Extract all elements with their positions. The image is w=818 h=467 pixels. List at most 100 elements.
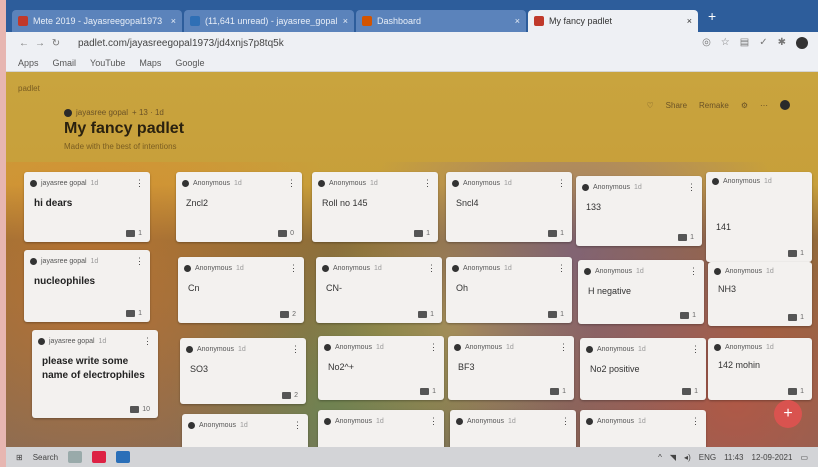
bookmark-maps[interactable]: Maps <box>139 58 161 68</box>
settings-gear-icon[interactable]: ⚙ <box>741 101 748 110</box>
comment-count[interactable]: 1 <box>550 388 566 395</box>
browser-tab-active[interactable]: My fancy padlet × <box>528 10 698 32</box>
post-card[interactable]: Anonymous 1d ⋮ Zncl2 0 <box>176 172 302 242</box>
post-card[interactable]: Anonymous 1d ⋮ Oh 1 <box>446 257 572 323</box>
post-card[interactable]: Anonymous 1d ⋮ <box>580 410 706 447</box>
more-vert-icon[interactable]: ⋮ <box>291 344 300 355</box>
post-card[interactable]: Anonymous 1d ⋮ CN- 1 <box>316 257 442 323</box>
bookmark-gmail[interactable]: Gmail <box>53 58 77 68</box>
remake-button[interactable]: Remake <box>699 101 729 110</box>
post-card[interactable]: Anonymous 1d NH3 1 <box>708 262 812 326</box>
puzzle-icon[interactable]: ✱ <box>778 37 786 49</box>
clock-time[interactable]: 11:43 <box>724 453 743 462</box>
extension-icon[interactable]: ◎ <box>702 37 711 49</box>
close-tab-icon[interactable]: × <box>343 16 348 26</box>
more-vert-icon[interactable]: ⋮ <box>691 416 700 427</box>
post-card[interactable]: Anonymous 1d ⋮ <box>450 410 576 447</box>
post-card[interactable]: Anonymous 1d ⋮ <box>182 414 308 447</box>
post-card[interactable]: Anonymous 1d 142 mohin 1 <box>708 338 812 400</box>
back-arrow-icon[interactable]: ← <box>16 38 32 49</box>
check-icon[interactable]: ✓ <box>759 37 767 49</box>
comment-count[interactable]: 1 <box>126 230 142 237</box>
more-vert-icon[interactable]: ⋮ <box>429 342 438 353</box>
browser-tab[interactable]: (11,641 unread) - jayasree_gopal × <box>184 10 354 32</box>
bookmark-youtube[interactable]: YouTube <box>90 58 125 68</box>
comment-count[interactable]: 10 <box>130 406 150 413</box>
close-tab-icon[interactable]: × <box>515 16 520 26</box>
post-card[interactable]: jayasree gopal 1d ⋮ nucleophiles 1 <box>24 250 150 322</box>
more-vert-icon[interactable]: ⋮ <box>293 420 302 431</box>
file-explorer-icon[interactable] <box>116 451 131 463</box>
post-card[interactable]: Anonymous 1d ⋮ No2 positive 1 <box>580 338 706 400</box>
volume-icon[interactable]: ◂) <box>684 453 691 462</box>
post-card[interactable]: Anonymous 1d 141 1 <box>706 172 812 262</box>
more-vert-icon[interactable]: ⋮ <box>135 178 144 189</box>
notification-icon[interactable]: ▭ <box>800 453 808 462</box>
more-vert-icon[interactable]: ⋮ <box>557 263 566 274</box>
padlet-logo[interactable]: padlet <box>18 84 40 93</box>
comment-count[interactable]: 2 <box>280 311 296 318</box>
comment-count[interactable]: 1 <box>420 388 436 395</box>
browser-tab[interactable]: Mete 2019 - Jayasreegopal1973 × <box>12 10 182 32</box>
reader-icon[interactable]: ▤ <box>740 37 749 49</box>
start-button[interactable]: ⊞ <box>16 453 23 462</box>
more-vert-icon[interactable]: ⋮ <box>687 182 696 193</box>
bookmark-google[interactable]: Google <box>175 58 204 68</box>
comment-count[interactable]: 1 <box>682 388 698 395</box>
new-tab-button[interactable]: + <box>708 8 716 24</box>
comment-count[interactable]: 0 <box>278 230 294 237</box>
post-card[interactable]: jayasree gopal 1d ⋮ please write some name… <box>32 330 158 418</box>
comment-count[interactable]: 1 <box>414 230 430 237</box>
taskbar-search[interactable]: Search <box>33 453 58 462</box>
post-card[interactable]: Anonymous 1d ⋮ 133 1 <box>576 176 702 246</box>
post-card[interactable]: Anonymous 1d ⋮ No2^+ 1 <box>318 336 444 400</box>
bookmark-apps[interactable]: Apps <box>18 58 39 68</box>
post-card[interactable]: Anonymous 1d ⋮ BF3 1 <box>448 336 574 400</box>
post-card[interactable]: Anonymous 1d ⋮ Sncl4 1 <box>446 172 572 242</box>
more-vert-icon[interactable]: ⋮ <box>287 178 296 189</box>
comment-count[interactable]: 1 <box>548 230 564 237</box>
more-vert-icon[interactable]: ⋮ <box>429 416 438 427</box>
comment-count[interactable]: 1 <box>788 314 804 321</box>
close-tab-icon[interactable]: × <box>171 16 176 26</box>
reload-icon[interactable]: ↻ <box>48 38 64 49</box>
comment-count[interactable]: 1 <box>788 250 804 257</box>
language-indicator[interactable]: ENG <box>699 453 716 462</box>
more-vert-icon[interactable]: ⋮ <box>427 263 436 274</box>
post-card[interactable]: jayasree gopal 1d ⋮ hi dears 1 <box>24 172 150 242</box>
post-card[interactable]: Anonymous 1d ⋮ SO3 2 <box>180 338 306 404</box>
comment-count[interactable]: 1 <box>680 312 696 319</box>
comment-count[interactable]: 1 <box>788 388 804 395</box>
profile-avatar[interactable] <box>796 37 808 49</box>
more-vert-icon[interactable]: ⋮ <box>135 256 144 267</box>
more-vert-icon[interactable]: ⋮ <box>561 416 570 427</box>
more-vert-icon[interactable]: ⋮ <box>143 336 152 347</box>
comment-count[interactable]: 1 <box>548 311 564 318</box>
more-vert-icon[interactable]: ⋮ <box>689 266 698 277</box>
more-vert-icon[interactable]: ⋮ <box>691 344 700 355</box>
comment-count[interactable]: 1 <box>678 234 694 241</box>
more-vert-icon[interactable]: ⋮ <box>559 342 568 353</box>
more-vert-icon[interactable]: ⋮ <box>423 178 432 189</box>
comment-count[interactable]: 1 <box>418 311 434 318</box>
add-post-button[interactable]: + <box>774 400 802 428</box>
address-bar[interactable]: padlet.com/jayasreegopal1973/jd4xnjs7p8t… <box>78 38 284 49</box>
more-icon[interactable]: ⋯ <box>760 101 768 110</box>
close-tab-icon[interactable]: × <box>687 16 692 26</box>
task-view-icon[interactable] <box>68 451 83 463</box>
chrome-icon[interactable] <box>92 451 107 463</box>
post-card[interactable]: Anonymous 1d ⋮ Roll no 145 1 <box>312 172 438 242</box>
more-vert-icon[interactable]: ⋮ <box>557 178 566 189</box>
share-button[interactable]: Share <box>666 101 687 110</box>
clock-date[interactable]: 12-09-2021 <box>752 453 793 462</box>
tray-arrow-icon[interactable]: ^ <box>658 453 662 462</box>
post-card[interactable]: Anonymous 1d ⋮ H negative 1 <box>578 260 704 324</box>
browser-tab[interactable]: Dashboard × <box>356 10 526 32</box>
comment-count[interactable]: 2 <box>282 392 298 399</box>
more-vert-icon[interactable]: ⋮ <box>289 263 298 274</box>
comment-count[interactable]: 1 <box>126 310 142 317</box>
bookmark-star-icon[interactable]: ☆ <box>721 37 730 49</box>
forward-arrow-icon[interactable]: → <box>32 38 48 49</box>
network-icon[interactable]: ◥ <box>670 453 676 462</box>
heart-icon[interactable]: ♡ <box>647 101 654 110</box>
